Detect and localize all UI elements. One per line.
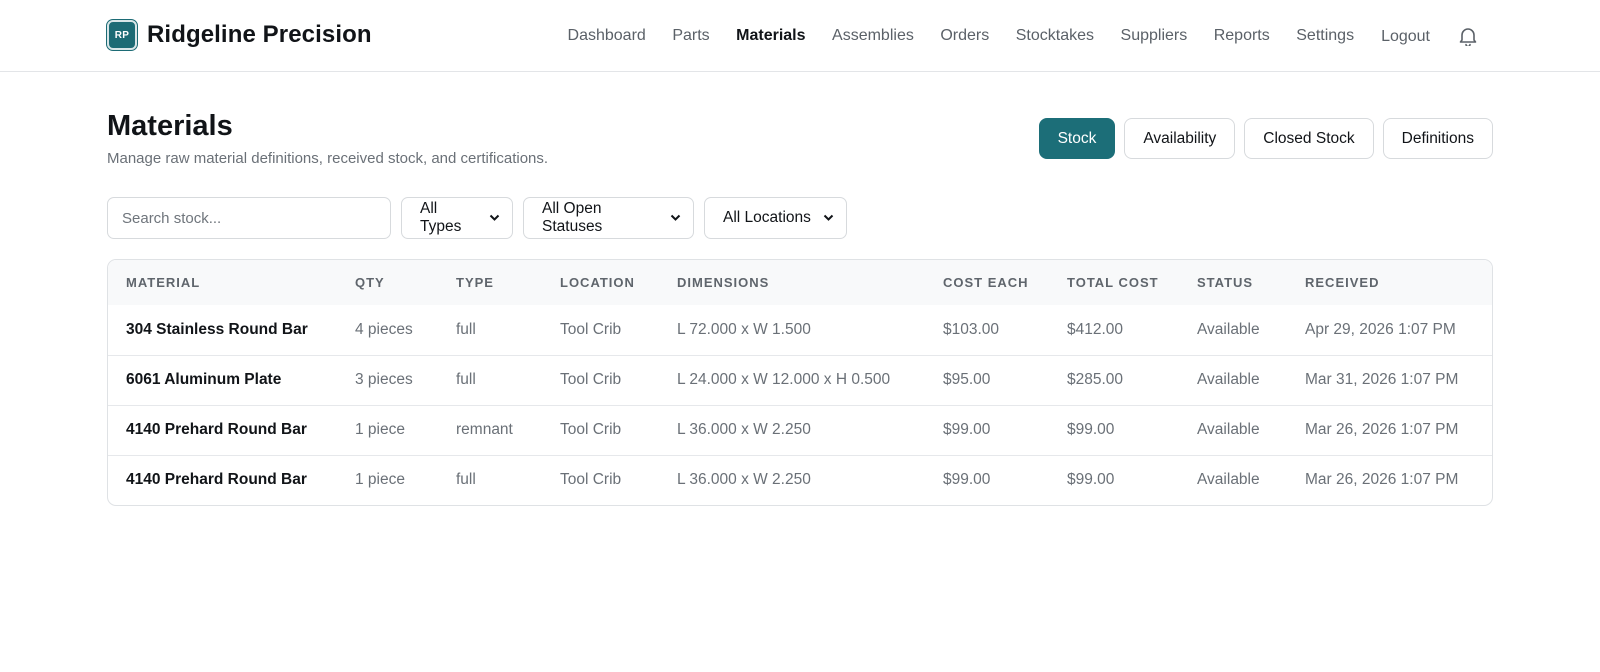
column-header[interactable]: Location	[542, 260, 659, 305]
brand-name: Ridgeline Precision	[147, 21, 372, 48]
column-header[interactable]: Status	[1179, 260, 1287, 305]
column-header[interactable]: Total Cost	[1049, 260, 1179, 305]
column-header[interactable]: Dimensions	[659, 260, 925, 305]
nav-assemblies[interactable]: Assemblies	[832, 27, 914, 45]
cell-total-cost: $99.00	[1049, 404, 1179, 455]
main-content: Materials Manage raw material definition…	[107, 72, 1493, 506]
bell-icon[interactable]	[1458, 25, 1478, 47]
cell-qty: 3 pieces	[337, 354, 438, 405]
table-row[interactable]: 6061 Aluminum Plate 3 pieces full Tool C…	[108, 354, 1492, 405]
cell-received: Mar 31, 2026 1:07 PM	[1287, 354, 1492, 405]
cell-qty: 1 piece	[337, 454, 438, 505]
cell-location: Tool Crib	[560, 320, 622, 338]
nav-stocktakes[interactable]: Stocktakes	[1016, 27, 1094, 45]
table-row[interactable]: 304 Stainless Round Bar 4 pieces full To…	[108, 305, 1492, 355]
tab-stock[interactable]: Stock	[1038, 118, 1116, 159]
type-select-value: All Types	[420, 200, 462, 235]
nav-parts[interactable]: Parts	[672, 27, 709, 45]
table-row[interactable]: 4140 Prehard Round Bar 1 piece full Tool…	[108, 454, 1492, 505]
cell-type: full	[438, 454, 542, 505]
cell-status: Available	[1197, 320, 1260, 338]
view-tabs: Stock Availability Closed Stock Definiti…	[1038, 118, 1493, 159]
cell-dimensions: L 72.000 x W 1.500	[677, 320, 811, 338]
cell-received: Apr 29, 2026 1:07 PM	[1305, 320, 1456, 338]
nav-orders[interactable]: Orders	[940, 27, 989, 45]
status-select[interactable]: All Open Statuses	[523, 197, 694, 239]
cell-type: full	[456, 320, 476, 338]
cell-cost-each: $99.00	[925, 454, 1049, 505]
main-nav: Dashboard Parts Materials Assemblies Ord…	[541, 0, 1478, 72]
column-header[interactable]: Cost Each	[925, 260, 1049, 305]
chevron-down-icon	[670, 214, 681, 222]
location-select[interactable]: All Locations	[704, 197, 847, 239]
cell-status: Available	[1179, 454, 1287, 505]
search-input[interactable]	[107, 197, 391, 239]
column-header[interactable]: Material	[108, 260, 337, 305]
cell-status: Available	[1179, 404, 1287, 455]
tab-definitions[interactable]: Definitions	[1382, 118, 1493, 159]
cell-location: Tool Crib	[542, 354, 659, 405]
cell-type: full	[438, 354, 542, 405]
page-header: Materials Manage raw material definition…	[107, 72, 1493, 190]
cell-received: Mar 26, 2026 1:07 PM	[1287, 454, 1492, 505]
nav-suppliers[interactable]: Suppliers	[1121, 27, 1188, 45]
type-select[interactable]: All Types	[401, 197, 513, 239]
table-header-row: Material Qty Type Location Dimensions Co…	[108, 260, 1492, 305]
location-select-value: All Locations	[723, 209, 811, 226]
cell-material: 4140 Prehard Round Bar	[108, 454, 337, 505]
page-title: Materials	[107, 110, 233, 142]
nav-settings[interactable]: Settings	[1296, 27, 1354, 45]
cell-qty: 4 pieces	[355, 320, 413, 338]
nav-reports[interactable]: Reports	[1214, 27, 1270, 45]
cell-qty: 1 piece	[337, 404, 438, 455]
filter-bar: All Types All Open Statuses All Location…	[107, 197, 847, 239]
logout-button[interactable]: Logout	[1381, 28, 1430, 46]
cell-material: 6061 Aluminum Plate	[108, 354, 337, 405]
top-navbar: RP Ridgeline Precision Dashboard Parts M…	[0, 0, 1600, 72]
brand-logo: RP	[107, 20, 137, 50]
table-row[interactable]: 4140 Prehard Round Bar 1 piece remnant T…	[108, 404, 1492, 455]
cell-cost-each: $99.00	[925, 404, 1049, 455]
cell-material: 4140 Prehard Round Bar	[108, 404, 337, 455]
chevron-down-icon	[823, 214, 834, 222]
column-header[interactable]: Received	[1287, 260, 1492, 305]
cell-cost-each: $95.00	[925, 354, 1049, 405]
tab-closed-stock[interactable]: Closed Stock	[1244, 118, 1374, 159]
tab-availability[interactable]: Availability	[1124, 118, 1236, 159]
cell-dimensions: L 36.000 x W 2.250	[659, 454, 925, 505]
chevron-down-icon	[489, 214, 500, 222]
cell-material: 304 Stainless Round Bar	[126, 320, 308, 338]
column-header[interactable]: Type	[438, 260, 542, 305]
brand[interactable]: RP Ridgeline Precision	[107, 20, 372, 50]
page-subtitle: Manage raw material definitions, receive…	[107, 150, 549, 167]
cell-total-cost: $285.00	[1049, 354, 1179, 405]
stock-table: Material Qty Type Location Dimensions Co…	[107, 259, 1493, 506]
cell-cost-each: $103.00	[943, 320, 1000, 338]
cell-location: Tool Crib	[542, 404, 659, 455]
column-header[interactable]: Qty	[337, 260, 438, 305]
cell-total-cost: $412.00	[1067, 320, 1124, 338]
cell-location: Tool Crib	[542, 454, 659, 505]
cell-status: Available	[1179, 354, 1287, 405]
cell-total-cost: $99.00	[1049, 454, 1179, 505]
cell-dimensions: L 24.000 x W 12.000 x H 0.500	[659, 354, 925, 405]
cell-type: remnant	[438, 404, 542, 455]
cell-received: Mar 26, 2026 1:07 PM	[1287, 404, 1492, 455]
status-select-value: All Open Statuses	[542, 200, 603, 235]
nav-dashboard[interactable]: Dashboard	[568, 27, 646, 45]
cell-dimensions: L 36.000 x W 2.250	[659, 404, 925, 455]
nav-materials[interactable]: Materials	[736, 27, 805, 45]
